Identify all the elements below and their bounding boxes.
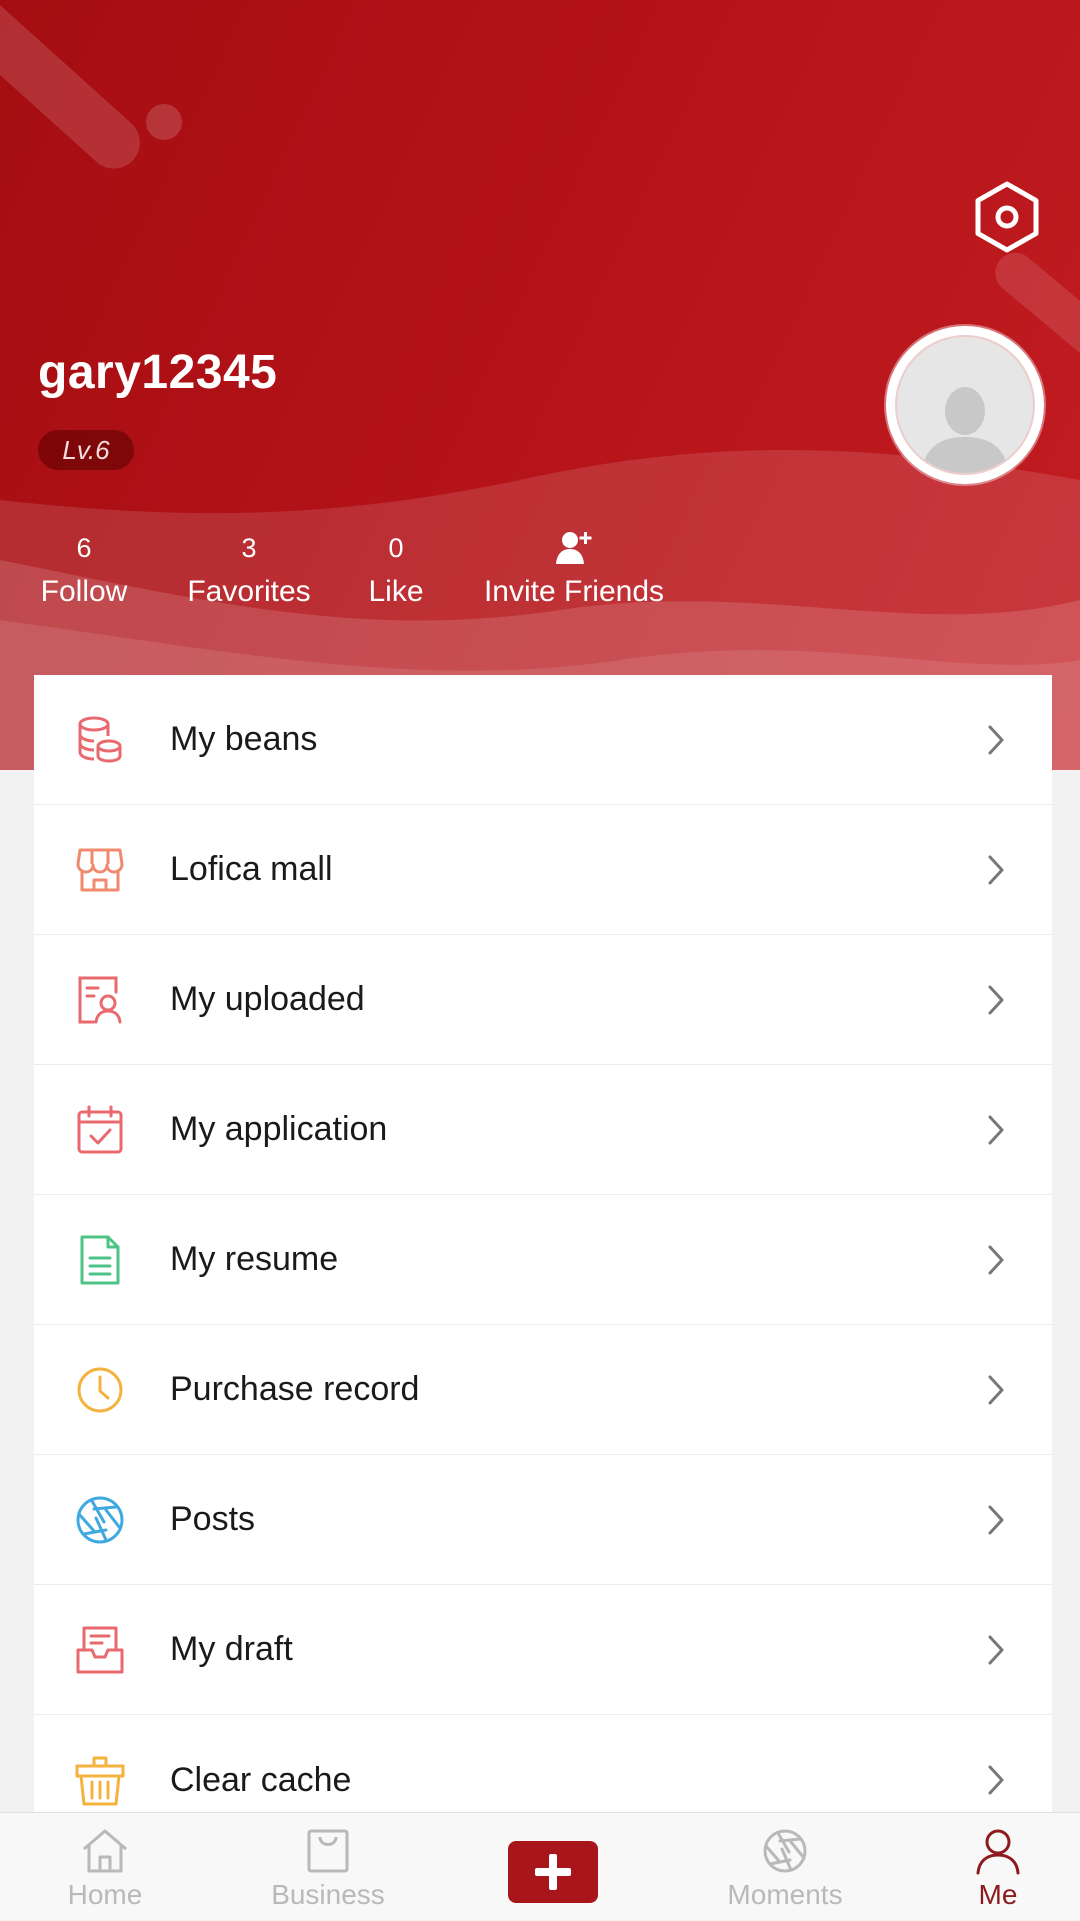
favorites-label: Favorites <box>187 575 311 608</box>
menu-item-posts[interactable]: Posts <box>34 1455 1052 1585</box>
stat-like[interactable]: 0 Like <box>368 528 424 614</box>
menu-item-label: Clear cache <box>170 1760 352 1799</box>
tab-business[interactable]: Business <box>258 1813 398 1921</box>
add-user-icon <box>480 528 668 568</box>
home-icon <box>83 1829 127 1873</box>
tab-me-label: Me <box>978 1879 1018 1910</box>
like-count: 0 <box>388 533 404 563</box>
plus-icon <box>535 1854 571 1890</box>
menu-item-my-resume[interactable]: My resume <box>34 1195 1052 1325</box>
chevron-right-icon <box>988 1245 1004 1275</box>
aperture-icon <box>76 1496 124 1544</box>
profile-header: gary12345 Lv.6 6 Follow 3 Favorites 0 Li… <box>0 0 1080 770</box>
menu-item-label: Posts <box>170 1500 256 1538</box>
avatar[interactable] <box>886 326 1044 484</box>
menu-list: My beans Lofica mall My uploaded My appl… <box>34 675 1052 1845</box>
person-icon <box>976 1829 1020 1875</box>
menu-item-label: My uploaded <box>170 980 365 1018</box>
chevron-right-icon <box>988 1765 1004 1795</box>
menu-item-label: My beans <box>170 720 318 758</box>
tab-me[interactable]: Me <box>950 1813 1046 1921</box>
tab-moments[interactable]: Moments <box>710 1813 860 1921</box>
invite-friends-label: Invite Friends <box>483 575 665 608</box>
menu-item-my-draft[interactable]: My draft <box>34 1585 1052 1715</box>
follow-label: Follow <box>40 575 128 608</box>
tab-home[interactable]: Home <box>40 1813 170 1921</box>
menu-item-label: Purchase record <box>170 1370 420 1408</box>
menu-item-lofica-mall[interactable]: Lofica mall <box>34 805 1052 935</box>
username: gary12345 <box>38 346 278 399</box>
chevron-right-icon <box>988 1505 1004 1535</box>
chevron-right-icon <box>988 725 1004 755</box>
favorites-count: 3 <box>241 533 257 563</box>
level-badge: Lv.6 <box>38 430 134 470</box>
menu-item-my-beans[interactable]: My beans <box>34 675 1052 805</box>
chevron-right-icon <box>988 1375 1004 1405</box>
tab-home-label: Home <box>67 1879 143 1910</box>
menu-item-my-application[interactable]: My application <box>34 1065 1052 1195</box>
trash-basket-icon <box>75 1756 125 1806</box>
bottom-tab-bar: Home Business Moments Me <box>0 1812 1080 1920</box>
menu-item-label: My resume <box>170 1240 339 1278</box>
shopping-bag-icon <box>307 1829 349 1873</box>
draft-box-icon <box>76 1626 124 1674</box>
settings-icon[interactable] <box>970 180 1044 254</box>
document-icon <box>80 1235 120 1285</box>
menu-item-label: My draft <box>170 1630 293 1668</box>
default-avatar-icon <box>895 335 1035 475</box>
menu-item-my-uploaded[interactable]: My uploaded <box>34 935 1052 1065</box>
menu-item-purchase-record[interactable]: Purchase record <box>34 1325 1052 1455</box>
header-decoration-dot <box>146 104 182 140</box>
stat-follow[interactable]: 6 Follow <box>38 528 130 614</box>
chevron-right-icon <box>988 1635 1004 1665</box>
menu-item-label: Lofica mall <box>170 850 333 888</box>
chevron-right-icon <box>988 855 1004 885</box>
user-document-icon <box>78 976 122 1024</box>
aperture-icon <box>763 1829 807 1873</box>
chevron-right-icon <box>988 1115 1004 1145</box>
like-label: Like <box>368 575 424 608</box>
stats-row: 6 Follow 3 Favorites 0 Like Invite Frien… <box>0 528 720 628</box>
store-icon <box>76 848 124 892</box>
menu-item-label: My application <box>170 1110 388 1148</box>
tab-business-label: Business <box>271 1879 385 1910</box>
stat-favorites[interactable]: 3 Favorites <box>186 528 312 614</box>
calendar-check-icon <box>77 1105 123 1154</box>
clock-icon <box>77 1367 123 1413</box>
create-post-button[interactable] <box>508 1841 598 1903</box>
invite-friends-button[interactable]: Invite Friends <box>480 528 668 614</box>
chevron-right-icon <box>988 985 1004 1015</box>
follow-count: 6 <box>76 533 92 563</box>
coin-stack-icon <box>78 716 122 763</box>
tab-moments-label: Moments <box>727 1879 843 1910</box>
